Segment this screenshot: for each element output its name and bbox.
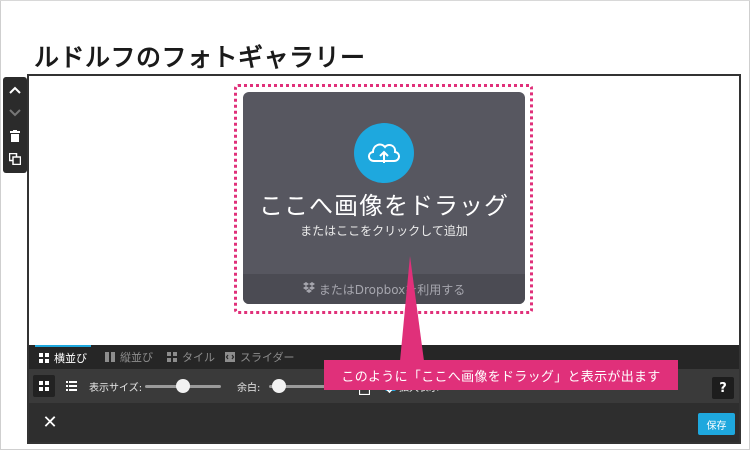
tab-tile[interactable]: タイル: [167, 345, 215, 369]
top-divider: [0, 0, 750, 1]
annotation-callout: このように「ここへ画像をドラッグ」と表示が出ます: [324, 360, 678, 390]
tab-horizontal[interactable]: 横並び: [35, 345, 91, 369]
editor-action-bar: ✕ 保存: [29, 403, 739, 442]
horizontal-layout-icon: [39, 353, 49, 363]
slider-layout-icon: [225, 352, 235, 362]
gallery-title: ルドルフのフォトギャラリー: [34, 43, 366, 72]
cloud-upload-icon: [354, 123, 414, 183]
copy-icon[interactable]: [3, 148, 27, 170]
dropbox-link-text: またはDropboxを利用する: [318, 282, 466, 297]
chevron-up-icon[interactable]: [3, 79, 27, 101]
display-size-slider-handle[interactable]: [176, 379, 190, 393]
tab-slider-label: スライダー: [240, 351, 295, 364]
grid-view-button[interactable]: [33, 375, 55, 397]
margin-slider-handle[interactable]: [272, 379, 286, 393]
display-size-label: 表示サイズ:: [89, 383, 143, 394]
block-side-toolbar: [3, 77, 27, 173]
dropbox-icon: [302, 282, 315, 296]
vertical-layout-icon: [105, 352, 115, 362]
dropbox-link[interactable]: またはDropboxを利用する: [243, 274, 525, 304]
save-button[interactable]: 保存: [698, 413, 735, 435]
tab-tile-label: タイル: [182, 351, 215, 364]
trash-icon[interactable]: [3, 125, 27, 147]
tab-horizontal-label: 横並び: [54, 352, 87, 365]
dropzone-main-text: ここへ画像をドラッグ: [259, 192, 509, 220]
dropzone-sub-text: またはここをクリックして追加: [300, 224, 468, 238]
list-view-button[interactable]: [60, 375, 82, 397]
tab-slider[interactable]: スライダー: [225, 345, 295, 369]
close-button[interactable]: ✕: [39, 411, 61, 433]
margin-label: 余白:: [237, 383, 261, 394]
tab-vertical[interactable]: 縦並び: [105, 345, 153, 369]
tab-vertical-label: 縦並び: [120, 351, 153, 364]
tile-layout-icon: [167, 352, 177, 362]
help-button[interactable]: ?: [712, 377, 734, 399]
image-dropzone[interactable]: ここへ画像をドラッグ またはここをクリックして追加 またはDropboxを利用す…: [243, 92, 525, 304]
chevron-down-icon[interactable]: [3, 102, 27, 124]
